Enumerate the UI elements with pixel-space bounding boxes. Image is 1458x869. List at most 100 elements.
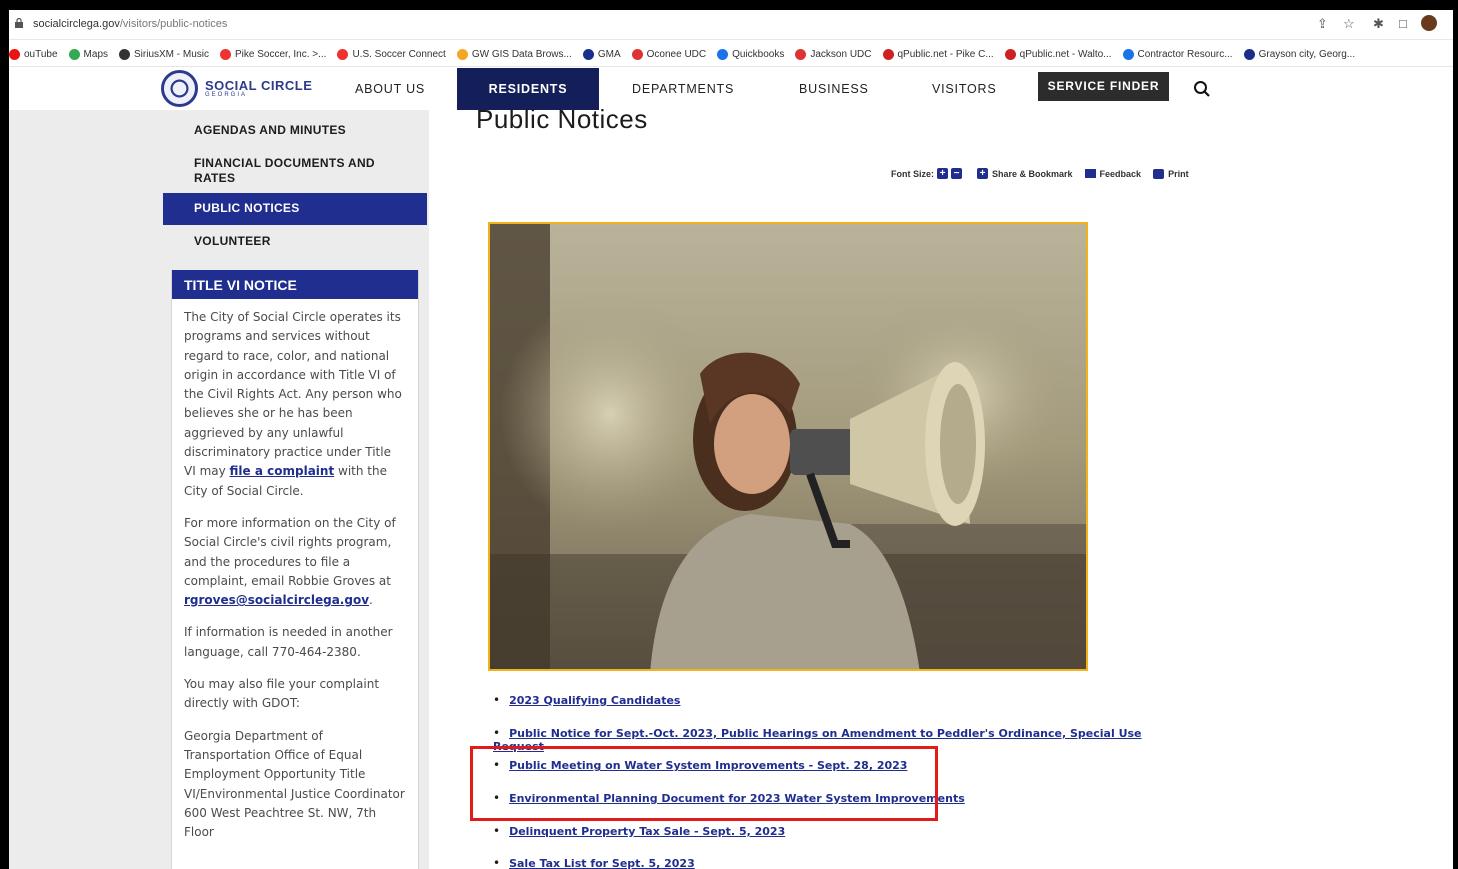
qpublic-icon (882, 49, 894, 60)
url-domain: socialcirclega.gov (33, 18, 120, 30)
sidebar-item-agendas[interactable]: AGENDAS AND MINUTES (163, 110, 427, 142)
bookmark-label: GW GIS Data Brows... (471, 49, 572, 60)
browser-window: socialcirclega.gov/visitors/public-notic… (9, 10, 1453, 869)
title-vi-paragraph: You may also file your complaint directl… (184, 677, 380, 711)
url-path: /visitors/public-notices (119, 18, 228, 30)
address-bar[interactable]: socialcirclega.gov/visitors/public-notic… (9, 10, 1453, 40)
notice-link[interactable]: 2023 Qualifying Candidates (509, 694, 680, 707)
contractor-icon (1122, 49, 1134, 60)
bookmarks-bar: ouTube Maps SiriusXM - Music Pike Soccer, I… (9, 41, 1453, 67)
bookmark-item[interactable]: Grayson city, Georg... (1243, 49, 1356, 60)
service-finder-button[interactable]: SERVICE FINDER (1038, 72, 1169, 101)
text: The City of Social Circle operates its p… (184, 310, 402, 479)
quickbooks-icon (717, 49, 729, 60)
bookmark-item[interactable]: ouTube (9, 49, 58, 60)
soccer-icon (220, 49, 232, 60)
lock-icon (15, 18, 23, 28)
nav-visitors[interactable]: VISITORS (932, 68, 997, 110)
window-icon[interactable]: □ (1399, 16, 1407, 31)
print-icon[interactable] (1153, 168, 1165, 179)
bookmark-label: Jackson UDC (810, 49, 872, 60)
list-item: Sale Tax List for Sept. 5, 2023 (493, 856, 1193, 869)
sidebar-item-public-notices[interactable]: PUBLIC NOTICES (163, 193, 427, 225)
udc-icon (795, 49, 807, 60)
title-vi-paragraph: The City of Social Circle operates its p… (184, 308, 406, 501)
bookmark-item[interactable]: Oconee UDC (631, 49, 707, 60)
bookmark-item[interactable]: Quickbooks (717, 49, 784, 60)
chart-icon (1243, 49, 1255, 60)
highlight-box (470, 746, 938, 821)
share-icon[interactable]: + (977, 168, 988, 179)
bookmark-label: Quickbooks (732, 49, 785, 60)
title-vi-paragraph: If information is needed in another lang… (184, 625, 393, 659)
extensions-icon[interactable]: ✱ (1373, 16, 1384, 32)
page-tools: Font Size: + − + Share & Bookmark Feedba… (891, 168, 1189, 179)
sidebar-item-financial[interactable]: FINANCIAL DOCUMENTS AND RATES (163, 142, 427, 193)
bookmark-label: Pike Soccer, Inc. >... (235, 49, 327, 60)
soccer-icon (337, 49, 349, 60)
font-increase-icon[interactable]: + (937, 168, 948, 179)
udc-icon (631, 49, 643, 60)
list-item: Delinquent Property Tax Sale - Sept. 5, … (493, 824, 1193, 857)
feedback-link[interactable]: Feedback (1100, 169, 1142, 179)
bookmark-label: SiriusXM - Music (134, 49, 210, 60)
font-size-label: Font Size: (891, 168, 934, 179)
siriusxm-icon (119, 49, 130, 60)
title-vi-paragraph: For more information on the City of Soci… (184, 514, 406, 610)
file-complaint-link[interactable]: file a complaint (230, 464, 335, 478)
qpublic-icon (1004, 49, 1016, 60)
bookmark-item[interactable]: Contractor Resourc... (1122, 49, 1233, 60)
gma-icon (582, 49, 594, 60)
nav-business[interactable]: BUSINESS (799, 68, 869, 110)
bookmark-item[interactable]: Maps (68, 49, 108, 60)
hero-photo (490, 224, 1086, 669)
bookmark-label: Oconee UDC (646, 49, 707, 60)
bookmark-label: U.S. Soccer Connect (352, 49, 446, 60)
search-icon[interactable] (1193, 80, 1211, 98)
bookmark-item[interactable]: qPublic.net - Pike C... (882, 49, 994, 60)
bookmark-item[interactable]: U.S. Soccer Connect (337, 49, 446, 60)
share-bookmark-link[interactable]: Share & Bookmark (992, 169, 1073, 179)
gis-icon (456, 49, 468, 60)
bookmark-label: qPublic.net - Pike C... (897, 49, 994, 60)
notice-link[interactable]: Delinquent Property Tax Sale - Sept. 5, … (509, 825, 785, 838)
text: . (369, 593, 373, 608)
font-decrease-icon[interactable]: − (951, 168, 962, 179)
youtube-icon (9, 49, 20, 60)
site-navigation: SOCIAL CIRCLE GEORGIA ABOUT US RESIDENTS… (9, 68, 1453, 110)
nav-about-us[interactable]: ABOUT US (355, 68, 425, 110)
site-logo[interactable]: SOCIAL CIRCLE GEORGIA (161, 70, 312, 107)
title-vi-paragraph: Georgia Department of Transportation Off… (184, 728, 405, 840)
url-text[interactable]: socialcirclega.gov/visitors/public-notic… (33, 18, 227, 30)
profile-avatar[interactable] (1421, 15, 1437, 31)
list-item: 2023 Qualifying Candidates (493, 693, 1193, 726)
title-vi-heading: TITLE VI NOTICE (172, 270, 418, 299)
share-page-icon[interactable]: ⇪ (1317, 16, 1328, 32)
email-link[interactable]: rgroves@socialcirclega.gov (184, 593, 369, 607)
bookmark-item[interactable]: GMA (582, 49, 621, 60)
bookmark-item[interactable]: GW GIS Data Brows... (456, 49, 572, 60)
bookmark-item[interactable]: qPublic.net - Walto... (1004, 49, 1112, 60)
bookmark-item[interactable]: Jackson UDC (795, 49, 872, 60)
bookmark-label: GMA (597, 49, 621, 60)
print-link[interactable]: Print (1168, 169, 1189, 179)
star-icon[interactable]: ☆ (1343, 16, 1355, 32)
bookmark-item[interactable]: SiriusXM - Music (119, 49, 209, 60)
hero-image-woman-megaphone (488, 222, 1088, 671)
sidebar-item-volunteer[interactable]: VOLUNTEER (163, 225, 427, 257)
logo-name: SOCIAL CIRCLE (205, 77, 313, 93)
notice-link[interactable]: Sale Tax List for Sept. 5, 2023 (509, 857, 695, 869)
feedback-icon[interactable] (1084, 169, 1096, 178)
text: For more information on the City of Soci… (184, 515, 396, 588)
bookmark-label: Grayson city, Georg... (1258, 49, 1356, 60)
bookmark-label: Contractor Resourc... (1137, 49, 1233, 60)
bookmark-label: qPublic.net - Walto... (1019, 49, 1112, 60)
sidebar: AGENDAS AND MINUTES FINANCIAL DOCUMENTS … (9, 110, 429, 869)
bookmark-label: ouTube (24, 49, 58, 60)
city-seal-icon (161, 70, 198, 107)
title-vi-notice-panel: TITLE VI NOTICE The City of Social Circl… (171, 270, 419, 869)
sidebar-menu: AGENDAS AND MINUTES FINANCIAL DOCUMENTS … (163, 110, 427, 257)
page-title: Public Notices (476, 104, 648, 134)
maps-icon (68, 49, 80, 60)
bookmark-item[interactable]: Pike Soccer, Inc. >... (220, 49, 326, 60)
